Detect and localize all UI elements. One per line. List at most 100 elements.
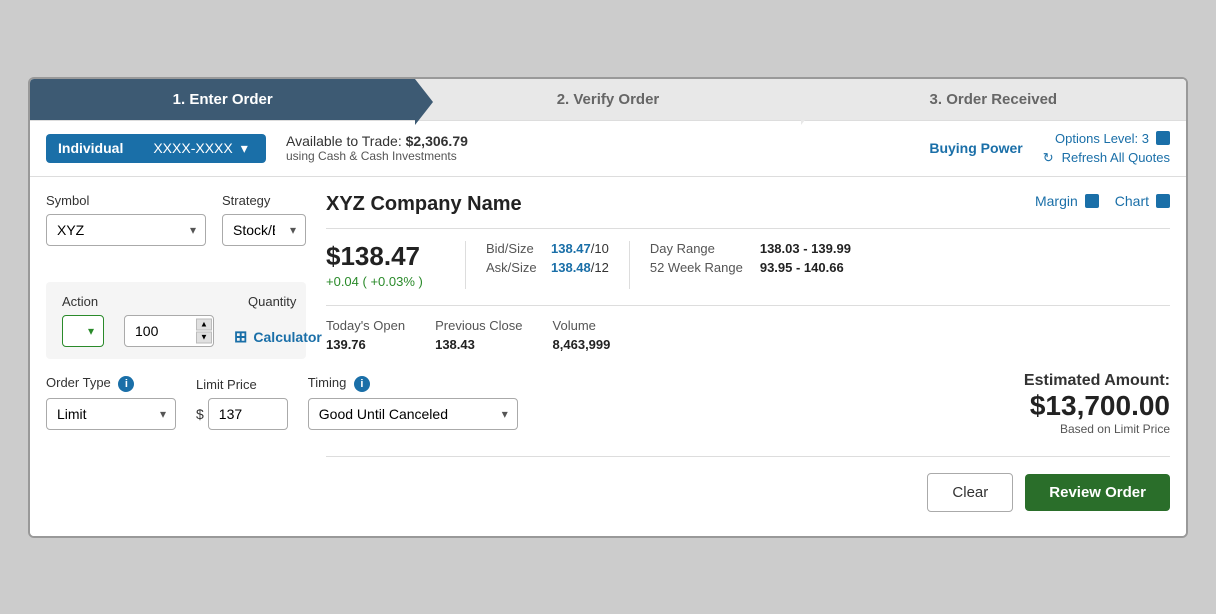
- right-panel: XYZ Company Name Margin Chart $138.47: [326, 193, 1170, 520]
- available-amount: $2,306.79: [406, 133, 468, 149]
- dollar-sign: $: [196, 406, 204, 422]
- bid-value: 138.47/10: [551, 241, 609, 256]
- action-qty-labels: Action Quantity: [62, 294, 290, 309]
- top-right-links: Options Level: 3 ↻ Refresh All Quotes: [1043, 131, 1170, 166]
- refresh-icon: ↻: [1043, 150, 1054, 166]
- calculator-link[interactable]: ⊞ Calculator: [234, 327, 322, 347]
- step-1-label: 1. Enter Order: [173, 91, 273, 108]
- step-indicator: 1. Enter Order 2. Verify Order 3. Order …: [30, 79, 1186, 121]
- available-label: Available to Trade:: [286, 133, 402, 149]
- margin-external-icon: [1085, 194, 1099, 208]
- week-range-value: 93.95 - 140.66: [760, 260, 844, 275]
- step-3[interactable]: 3. Order Received: [801, 79, 1186, 120]
- qty-up-button[interactable]: ▲: [196, 318, 212, 330]
- main-content: Symbol Strategy Stock/ETF ▾: [30, 177, 1186, 536]
- strategy-field-group: Strategy Stock/ETF ▾: [222, 193, 306, 246]
- limit-price-input[interactable]: [208, 398, 288, 430]
- prev-close-value: 138.43: [435, 337, 522, 352]
- symbol-field-group: Symbol: [46, 193, 206, 246]
- action-select[interactable]: Buy: [62, 315, 104, 347]
- timing-select[interactable]: Good Until Canceled: [308, 398, 518, 430]
- symbol-label: Symbol: [46, 193, 206, 208]
- external-icon: [1156, 131, 1170, 145]
- order-type-section: Order Type i Limit ▾ Limit Price $: [46, 359, 306, 446]
- order-type-select[interactable]: Limit: [46, 398, 176, 430]
- account-dropdown-icon: ▾: [241, 140, 248, 157]
- account-selector[interactable]: Individual XXXX-XXXX ▾: [46, 134, 266, 163]
- step-2[interactable]: 2. Verify Order: [415, 79, 800, 120]
- order-type-select-wrapper: Limit ▾: [46, 398, 176, 430]
- qty-spinners: ▲ ▼: [196, 318, 212, 343]
- price-block: $138.47 +0.04 ( +0.03% ): [326, 241, 466, 289]
- week-range-row: 52 Week Range 93.95 - 140.66: [650, 260, 851, 275]
- order-type-info-icon[interactable]: i: [118, 376, 134, 392]
- symbol-strategy-row: Symbol Strategy Stock/ETF ▾: [46, 193, 306, 262]
- range-block: Day Range 138.03 - 139.99 52 Week Range …: [650, 241, 851, 289]
- todays-open-value: 139.76: [326, 337, 405, 352]
- bid-label: Bid/Size: [486, 241, 541, 256]
- step-1[interactable]: 1. Enter Order: [30, 79, 415, 120]
- timing-select-wrapper: Good Until Canceled ▾: [308, 398, 518, 430]
- todays-open-label: Today's Open: [326, 318, 405, 333]
- estimated-label: Estimated Amount:: [326, 372, 1170, 390]
- qty-down-button[interactable]: ▼: [196, 331, 212, 343]
- symbol-input[interactable]: [46, 214, 206, 246]
- strategy-select-wrapper: Stock/ETF ▾: [222, 214, 306, 246]
- action-quantity-section: Action Quantity Buy ▾ ▲ ▼: [46, 282, 306, 359]
- quantity-label: Quantity: [248, 294, 338, 309]
- trading-window: 1. Enter Order 2. Verify Order 3. Order …: [28, 77, 1188, 538]
- order-type-label: Order Type i: [46, 375, 176, 392]
- strategy-select[interactable]: Stock/ETF: [222, 214, 306, 246]
- account-number: XXXX-XXXX ▾: [153, 140, 247, 157]
- margin-link[interactable]: Margin: [1035, 193, 1099, 209]
- available-info: Available to Trade: $2,306.79 using Cash…: [286, 133, 909, 163]
- limit-price-input-wrapper: $: [196, 398, 288, 430]
- prev-close-stat: Previous Close 138.43: [435, 318, 522, 352]
- chart-link[interactable]: Chart: [1115, 193, 1170, 209]
- quote-links: Margin Chart: [1035, 193, 1170, 209]
- day-range-value: 138.03 - 139.99: [760, 241, 851, 256]
- week-range-label: 52 Week Range: [650, 260, 750, 275]
- symbol-input-wrapper: [46, 214, 206, 246]
- volume-label: Volume: [553, 318, 611, 333]
- calculator-icon: ⊞: [234, 327, 247, 347]
- volume-stat: Volume 8,463,999: [553, 318, 611, 352]
- action-qty-row: Buy ▾ ▲ ▼ ⊞ Calculator: [62, 315, 290, 347]
- account-type-label: Individual: [58, 140, 123, 156]
- price-change: +0.04 ( +0.03% ): [326, 274, 445, 289]
- strategy-label: Strategy: [222, 193, 306, 208]
- qty-input-wrapper: ▲ ▼: [124, 315, 214, 347]
- button-row: Clear Review Order: [326, 465, 1170, 520]
- limit-price-label: Limit Price: [196, 377, 288, 392]
- limit-price-field-group: Limit Price $: [196, 377, 288, 430]
- volume-value: 8,463,999: [553, 337, 611, 352]
- action-label: Action: [62, 294, 228, 309]
- quote-header: XYZ Company Name Margin Chart: [326, 193, 1170, 216]
- company-name: XYZ Company Name: [326, 193, 522, 216]
- divider: [326, 456, 1170, 457]
- current-price: $138.47: [326, 241, 445, 272]
- action-select-wrapper: Buy ▾: [62, 315, 104, 347]
- options-level-link[interactable]: Options Level: 3: [1055, 131, 1170, 146]
- left-panel: Symbol Strategy Stock/ETF ▾: [46, 193, 306, 520]
- buying-power-link[interactable]: Buying Power: [929, 140, 1022, 156]
- review-order-button[interactable]: Review Order: [1025, 474, 1170, 511]
- todays-open-stat: Today's Open 139.76: [326, 318, 405, 352]
- ask-row: Ask/Size 138.48/12: [486, 260, 609, 275]
- ask-value: 138.48/12: [551, 260, 609, 275]
- available-sub: using Cash & Cash Investments: [286, 149, 909, 163]
- chart-external-icon: [1156, 194, 1170, 208]
- quote-body: $138.47 +0.04 ( +0.03% ) Bid/Size 138.47…: [326, 228, 1170, 289]
- quote-second-row: Today's Open 139.76 Previous Close 138.4…: [326, 305, 1170, 352]
- bid-ask-block: Bid/Size 138.47/10 Ask/Size 138.48/12: [486, 241, 630, 289]
- day-range-row: Day Range 138.03 - 139.99: [650, 241, 851, 256]
- order-type-field-group: Order Type i Limit ▾: [46, 375, 176, 430]
- step-2-label: 2. Verify Order: [557, 91, 660, 108]
- day-range-label: Day Range: [650, 241, 750, 256]
- bid-row: Bid/Size 138.47/10: [486, 241, 609, 256]
- clear-button[interactable]: Clear: [927, 473, 1013, 512]
- prev-close-label: Previous Close: [435, 318, 522, 333]
- refresh-quotes-link[interactable]: ↻ Refresh All Quotes: [1043, 150, 1170, 166]
- ask-label: Ask/Size: [486, 260, 541, 275]
- account-bar: Individual XXXX-XXXX ▾ Available to Trad…: [30, 121, 1186, 177]
